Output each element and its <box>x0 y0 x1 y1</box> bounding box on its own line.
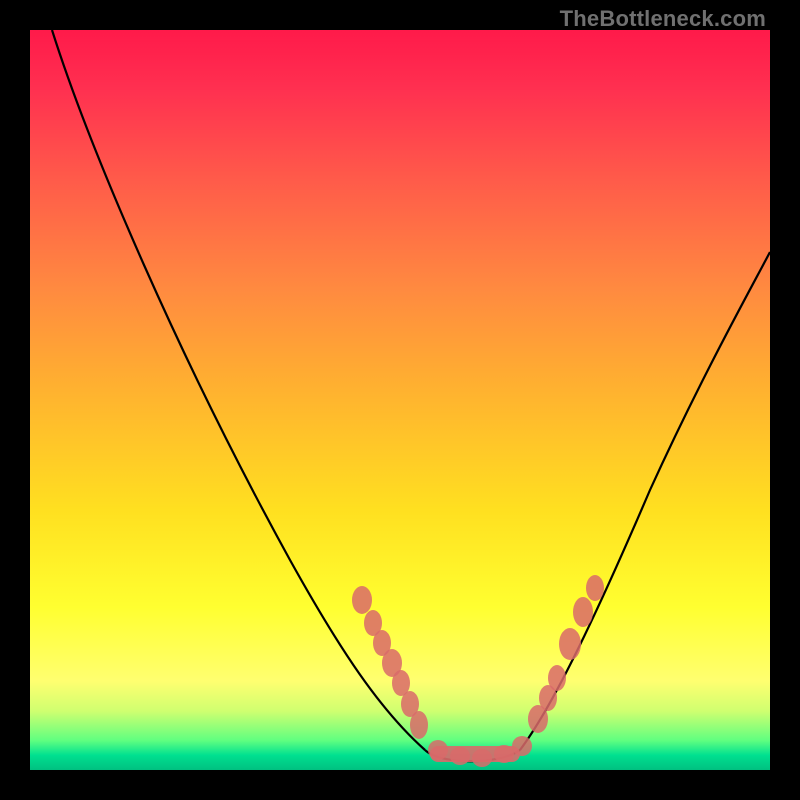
dot-plateau-5 <box>512 736 532 756</box>
dot-right-3 <box>548 665 566 691</box>
dot-plateau-4 <box>494 745 514 763</box>
dot-plateau-1 <box>428 740 448 760</box>
dot-plateau-3 <box>472 749 492 767</box>
curve-left-branch <box>52 30 425 750</box>
dot-right-6 <box>586 575 604 601</box>
dot-right-4 <box>559 628 581 660</box>
dot-right-5 <box>573 597 593 627</box>
plot-area <box>30 30 770 770</box>
chart-frame: TheBottleneck.com <box>0 0 800 800</box>
dot-plateau-2 <box>450 747 470 765</box>
curve-svg <box>30 30 770 770</box>
watermark-text: TheBottleneck.com <box>560 6 766 32</box>
dot-left-1 <box>352 586 372 614</box>
dot-left-7 <box>410 711 428 739</box>
